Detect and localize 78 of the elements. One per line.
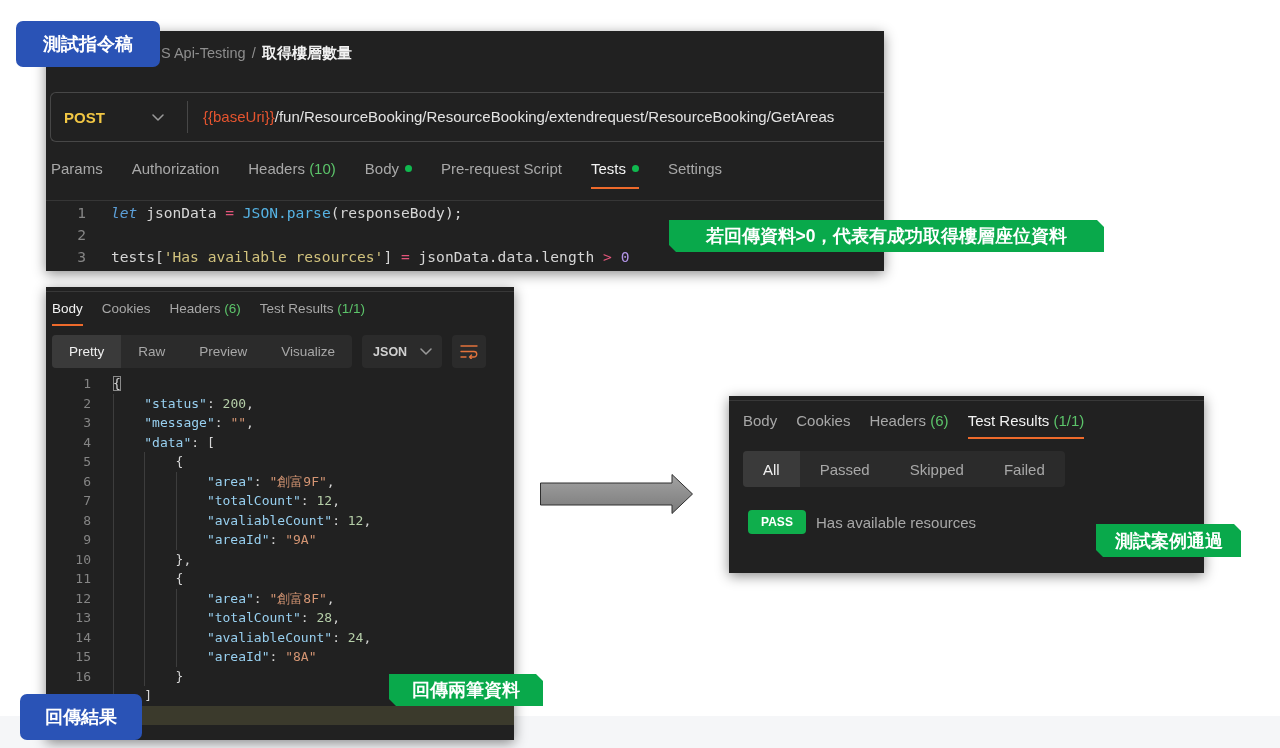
- callout-label: 若回傳資料>0，代表有成功取得樓層座位資料: [669, 220, 1104, 252]
- line-number: 10: [74, 550, 91, 569]
- status-badge: PASS: [748, 510, 806, 534]
- line-number: 16: [74, 667, 91, 686]
- code-line: }: [175, 667, 184, 686]
- code-line: {: [113, 375, 121, 393]
- format-dropdown[interactable]: JSON: [362, 335, 443, 368]
- request-title: 取得樓層數量: [261, 44, 352, 62]
- line-number: 5: [82, 453, 91, 471]
- line-number: 4: [82, 433, 91, 452]
- line-number: 6: [82, 472, 91, 491]
- code-line: },: [175, 550, 192, 569]
- code-line: "areaId": "8A": [206, 648, 317, 666]
- code-line: "totalCount": 28,: [206, 609, 340, 627]
- line-number: 12: [74, 589, 91, 608]
- tab[interactable]: Authorization: [131, 160, 220, 189]
- code-line: {: [175, 453, 184, 471]
- text-wrap-icon: [460, 344, 479, 359]
- line-number: 14: [74, 628, 91, 647]
- filter-option[interactable]: Skipped: [889, 451, 984, 487]
- test-name: Has available resources: [816, 513, 977, 531]
- line-number: 15: [74, 648, 91, 666]
- tab[interactable]: Test Results (1/1): [967, 412, 1085, 439]
- tab[interactable]: Headers (6): [869, 412, 949, 439]
- filter-option[interactable]: Failed: [983, 451, 1065, 487]
- tab[interactable]: Test Results (1/1): [259, 301, 365, 326]
- code-line: "data": [: [144, 433, 215, 452]
- code-line: {: [175, 570, 184, 588]
- filter-option[interactable]: Passed: [799, 451, 890, 487]
- code-line: "areaId": "9A": [206, 531, 317, 549]
- chevron-down-icon: [152, 113, 164, 121]
- section-label: 回傳結果: [20, 694, 142, 740]
- code-line: "avaliableCount": 12,: [206, 511, 372, 530]
- line-number: 2: [76, 225, 86, 245]
- method-dropdown[interactable]: POST: [51, 93, 175, 141]
- breadcrumb-separator: /: [251, 44, 256, 62]
- line-number: 11: [74, 570, 91, 588]
- code-line: "status": 200,: [144, 394, 254, 413]
- code-line: "avaliableCount": 24,: [206, 628, 372, 647]
- tab[interactable]: Tests: [590, 160, 639, 189]
- tab[interactable]: Cookies: [796, 412, 851, 439]
- callout-label: 回傳兩筆資料: [389, 674, 543, 706]
- tab[interactable]: Params: [51, 160, 103, 189]
- section-label: 測試指令稿: [16, 21, 160, 67]
- line-number: 13: [74, 609, 91, 627]
- line-number: 7: [82, 492, 91, 510]
- line-number: 1: [76, 203, 86, 223]
- view-option[interactable]: Pretty: [52, 335, 122, 368]
- tab[interactable]: Body: [743, 412, 778, 439]
- code-line: ]: [144, 687, 153, 705]
- breadcrumb-link[interactable]: S Api-Testing: [161, 44, 246, 62]
- tab[interactable]: Body: [52, 301, 83, 326]
- line-number: 3: [82, 414, 91, 432]
- tab[interactable]: Headers (10): [248, 160, 336, 189]
- view-option[interactable]: Preview: [182, 335, 265, 368]
- code-line: "message": "",: [144, 414, 254, 432]
- code-line: tests['Has available resources'] = jsonData.data.length > 0: [111, 247, 630, 267]
- view-option[interactable]: Raw: [121, 335, 183, 368]
- filter-option[interactable]: All: [743, 451, 800, 487]
- chevron-down-icon: [420, 348, 433, 355]
- callout-label: 測試案例通過: [1096, 524, 1241, 557]
- wrap-button[interactable]: [452, 335, 487, 368]
- code-line: "area": "創富8F",: [206, 589, 335, 608]
- line-number: 1: [82, 375, 91, 393]
- code-line: "totalCount": 12,: [206, 492, 340, 510]
- line-number: 2: [82, 394, 91, 413]
- url-field[interactable]: {{baseUri}}/fun/ResourceBooking/ResourceBooking/extendrequest/ResourceBooking/GetAreas: [203, 108, 835, 126]
- tab[interactable]: Body: [364, 160, 412, 189]
- line-number: 9: [82, 531, 91, 549]
- code-line: let jsonData = JSON.parse(responseBody);: [111, 203, 463, 223]
- code-line: "area": "創富9F",: [206, 472, 335, 491]
- line-number: 8: [82, 511, 91, 530]
- tab[interactable]: Pre-request Script: [441, 160, 562, 189]
- line-number: 3: [76, 247, 86, 267]
- tab[interactable]: Headers (6): [169, 301, 241, 326]
- tab[interactable]: Settings: [667, 160, 723, 189]
- view-option[interactable]: Visualize: [264, 335, 353, 368]
- tab[interactable]: Cookies: [101, 301, 151, 326]
